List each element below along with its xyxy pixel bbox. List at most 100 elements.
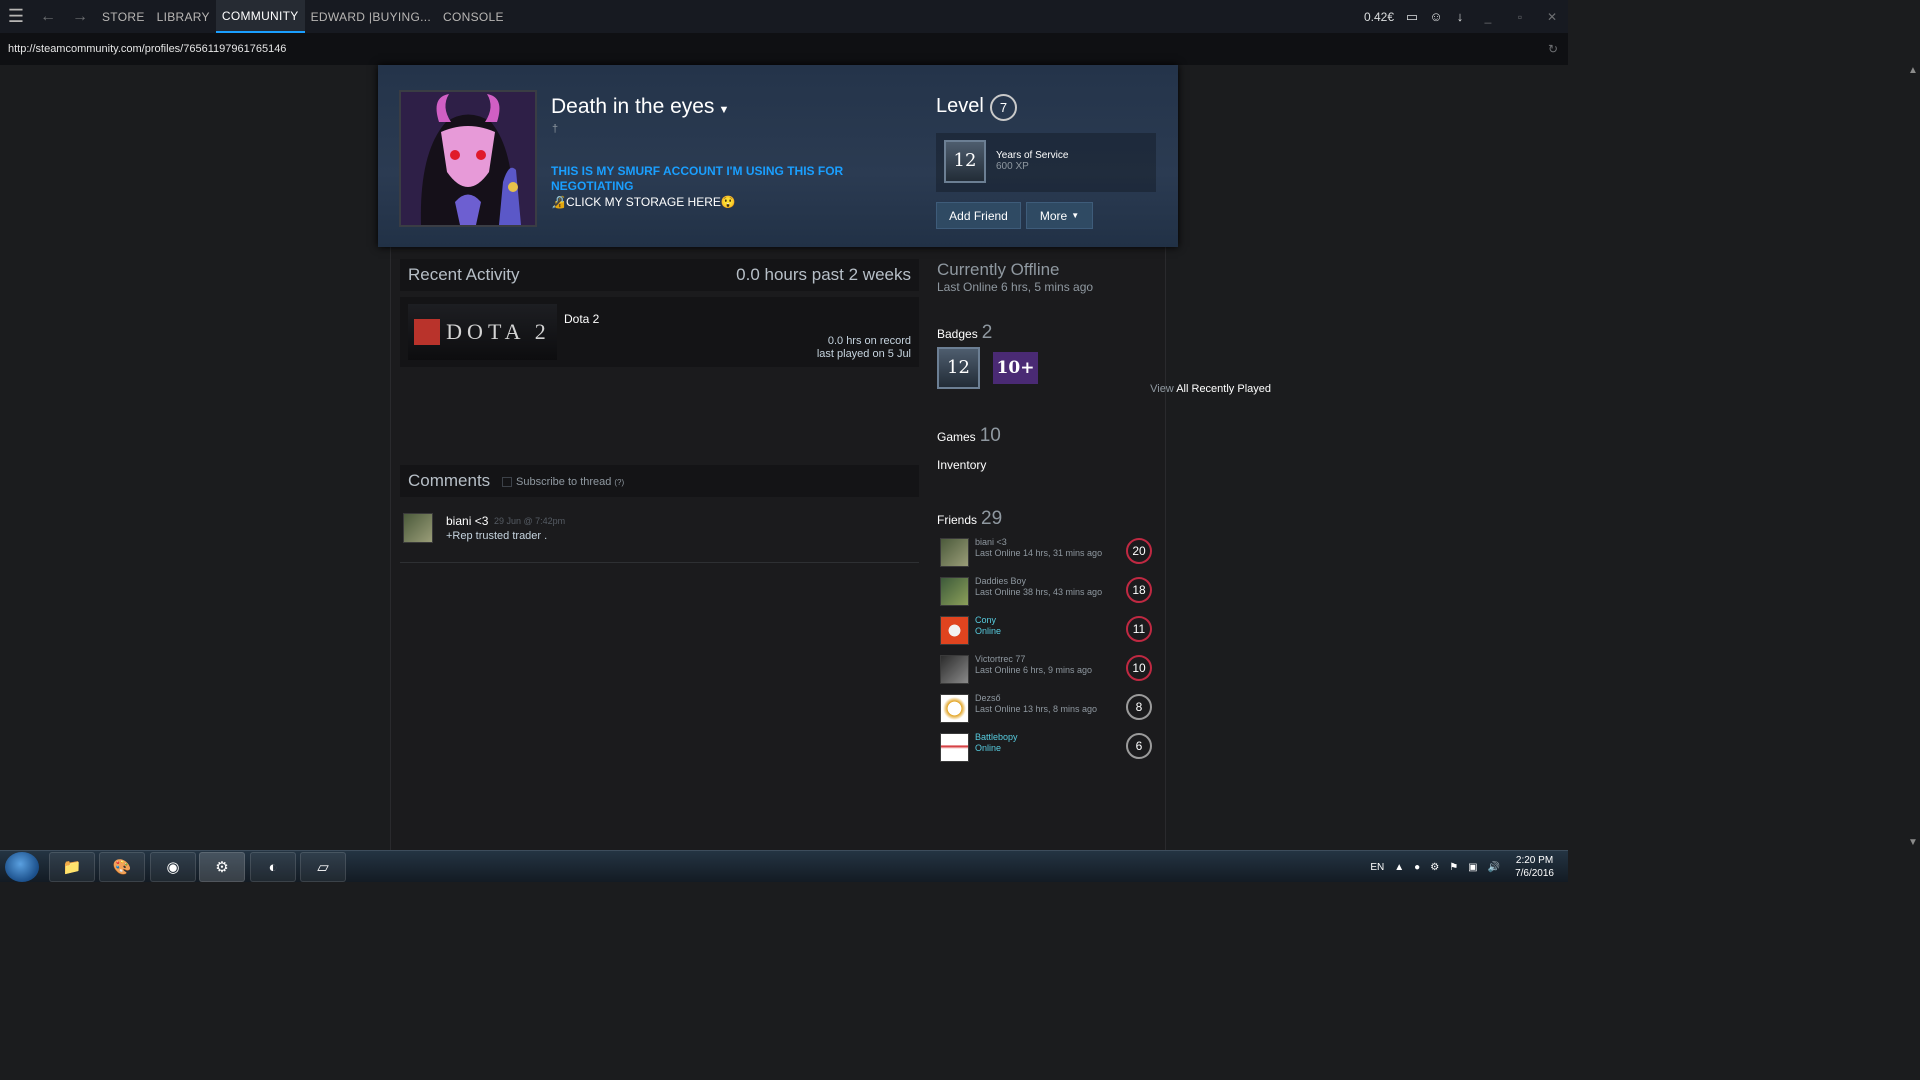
favorite-badge[interactable]: 12 Years of Service 600 XP [936,133,1156,192]
friend-item[interactable]: Victortrec 77 Last Online 6 hrs, 9 mins … [937,652,1157,688]
friend-item[interactable]: Cony Online 11 [937,613,1157,649]
system-tray: EN ▲ ● ⚙ ⚑ ▣ 🔊 2:20 PM 7/6/2016 [1365,851,1554,883]
start-button[interactable] [5,852,39,882]
friend-status: Last Online 6 hrs, 9 mins ago [975,665,1093,675]
chevron-down-icon: ▼ [1071,211,1080,220]
friend-level: 18 [1126,577,1152,603]
network-icon[interactable]: ▣ [1468,862,1477,873]
scroll-down-icon[interactable]: ▼ [1908,837,1918,848]
nav-library[interactable]: LIBRARY [151,0,216,33]
subscribe-help[interactable]: (?) [614,478,624,487]
comment-author[interactable]: biani <3 [446,514,488,528]
persona-name-text: Death in the eyes [551,95,715,118]
add-friend-button[interactable]: Add Friend [936,202,1021,229]
chrome-icon[interactable]: ◉ [150,852,196,882]
comment-divider [400,562,919,563]
friend-name: Cony [975,615,997,625]
years-of-service-badge[interactable]: 12 [937,347,980,389]
scroll-up-icon[interactable]: ▲ [1908,65,1918,76]
profile-summary-storage[interactable]: 🔏CLICK MY STORAGE HERE😲 [551,195,736,209]
game-name[interactable]: Dota 2 [564,312,599,326]
show-hidden-icons-icon[interactable]: ▲ [1394,862,1404,873]
view-all-link[interactable]: All Recently Played [1176,383,1271,395]
persona-name: Death in the eyes ▼ [551,95,729,119]
maximize-icon[interactable]: ▫ [1504,10,1536,24]
friend-avatar [940,655,969,684]
years-of-service-badge-icon: 12 [944,140,986,183]
steam-top-bar: ☰ ← → STORE LIBRARY COMMUNITY EDWARD |BU… [0,0,1568,33]
friend-item[interactable]: Dezső Last Online 13 hrs, 8 mins ago 8 [937,691,1157,727]
favorite-badge-name: Years of Service [996,150,1069,161]
game-capsule-text: DOTA 2 [446,319,551,344]
friends-icon[interactable]: ☺ [1424,9,1448,24]
games-label: Games [937,430,976,444]
paint-icon[interactable]: 🎨 [99,852,145,882]
friend-level: 10 [1126,655,1152,681]
windows-taskbar: 📁 🎨 ◉ ⚙ ◐ ▱ EN ▲ ● ⚙ ⚑ ▣ 🔊 2:20 PM 7/6/2… [0,850,1568,882]
name-history-caret-icon[interactable]: ▼ [718,104,729,116]
comments-title: Comments [408,471,491,490]
nav-console[interactable]: CONSOLE [437,0,510,33]
clock-time: 2:20 PM [1515,855,1554,866]
tray-app-icon[interactable]: ● [1414,862,1420,873]
friend-item[interactable]: biani <3 Last Online 14 hrs, 31 mins ago… [937,535,1157,571]
friend-level: 8 [1126,694,1152,720]
nav-community[interactable]: COMMUNITY [215,0,305,33]
profile-summary-link[interactable]: THIS IS MY SMURF ACCOUNT I'M USING THIS … [551,164,881,194]
level-badge[interactable]: 7 [990,94,1017,121]
nav-profile-name[interactable]: EDWARD |BUYING... [305,0,437,33]
game-capsule[interactable]: DOTA 2 [408,304,557,360]
online-status: Currently Offline [937,260,1060,279]
steam-tray-icon[interactable]: ⚙ [1430,862,1439,873]
url-text[interactable]: http://steamcommunity.com/profiles/76561… [8,43,286,55]
friend-avatar [940,694,969,723]
notes-app-icon[interactable]: ▱ [300,852,346,882]
steam-taskbar-icon[interactable]: ⚙ [199,852,245,882]
file-explorer-icon[interactable]: 📁 [49,852,95,882]
clock-date: 7/6/2016 [1515,868,1554,879]
forward-arrow-icon[interactable]: → [64,8,96,26]
friend-avatar [940,538,969,567]
games-link[interactable]: Games 10 [937,425,1001,447]
subscribe-to-thread[interactable]: Subscribe to thread (?) [502,476,624,488]
friend-level: 6 [1126,733,1152,759]
chat-icon[interactable]: ▭ [1400,9,1424,25]
profile-avatar [399,90,537,227]
friend-avatar [940,577,969,606]
downloads-icon[interactable]: ↓ [1448,9,1472,24]
volume-icon[interactable]: 🔊 [1488,862,1500,873]
inventory-link[interactable]: Inventory [937,458,986,472]
more-button[interactable]: More ▼ [1026,202,1093,229]
friend-avatar [940,616,969,645]
subscribe-label: Subscribe to thread [516,476,612,488]
view-all-recently-played[interactable]: View All Recently Played [1150,383,1271,395]
language-indicator[interactable]: EN [1370,862,1384,873]
subscribe-checkbox[interactable] [502,477,512,487]
favorite-badge-xp: 600 XP [996,161,1029,172]
friend-item[interactable]: Daddies Boy Last Online 38 hrs, 43 mins … [937,574,1157,610]
friend-name: Dezső [975,693,1001,703]
flag-icon[interactable]: ⚑ [1449,862,1458,873]
view-all-prefix: View [1150,383,1174,395]
clock[interactable]: 2:20 PM 7/6/2016 [1515,854,1554,880]
minimize-icon[interactable]: _ [1472,10,1504,24]
friends-count: 29 [981,508,1003,529]
wallet-balance[interactable]: 0.42€ [1364,10,1394,24]
friend-item[interactable]: Battlebopy Online 6 [937,730,1157,766]
friend-level: 20 [1126,538,1152,564]
recent-game-row: DOTA 2 Dota 2 0.0 hrs on record last pla… [400,297,919,367]
teamspeak-icon[interactable]: ◐ [250,852,296,882]
hamburger-menu-icon[interactable]: ☰ [0,0,32,33]
badges-count: 2 [981,322,993,343]
comment-avatar[interactable] [403,513,433,543]
back-arrow-icon[interactable]: ← [32,8,64,26]
nav-store[interactable]: STORE [96,0,151,33]
friends-link[interactable]: Friends 29 [937,508,1002,530]
reload-icon[interactable]: ↻ [1548,42,1558,56]
close-icon[interactable]: ✕ [1536,10,1568,24]
friend-name: Battlebopy [975,732,1018,742]
friend-status: Last Online 13 hrs, 8 mins ago [975,704,1098,714]
page-scrollbar[interactable]: ▲ ▼ [1906,65,1920,850]
badges-link[interactable]: Badges 2 [937,322,992,344]
game-collector-badge[interactable]: 10+ [993,352,1038,384]
